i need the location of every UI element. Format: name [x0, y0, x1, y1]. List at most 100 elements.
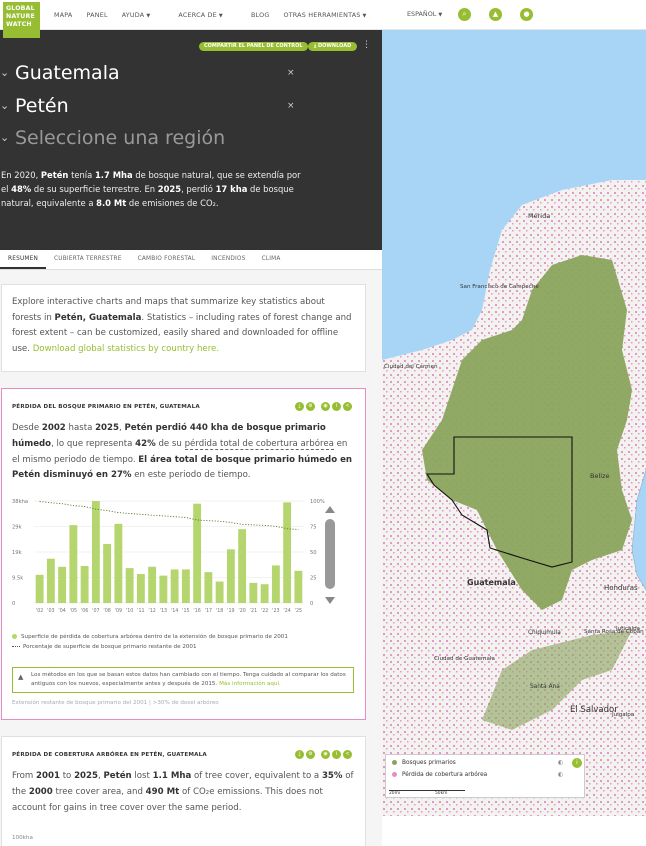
legend-swatch [392, 760, 397, 765]
scroll-down-icon [325, 597, 335, 604]
tab-resumen[interactable]: RESUMEN [0, 250, 47, 269]
chart-bar [215, 581, 224, 603]
logo-line: NATURE [6, 12, 35, 20]
chevron-down-icon: ⌄ [0, 131, 10, 144]
download-statistics-link[interactable]: Download global statistics by country he… [33, 344, 219, 354]
share-icon[interactable]: < [343, 402, 352, 411]
widget-toolbar: ⤓ ⚙ ◉ i < [293, 750, 352, 759]
chart-bar [136, 574, 145, 603]
methods-warning: ▲ Los métodos en los que se basan estos … [12, 667, 354, 693]
chart-bar [249, 582, 258, 603]
info-icon[interactable]: i [332, 750, 341, 759]
x-tick-label: '10 [126, 608, 133, 614]
user-icon[interactable]: ● [520, 8, 533, 21]
nav-ayuda[interactable]: AYUDA ▼ [122, 11, 165, 19]
legend-bar-item: Superficie de pérdida de cobertura arbór… [12, 634, 288, 640]
gfw-logo[interactable]: GLOBAL NATURE WATCH [3, 2, 40, 38]
info-icon[interactable]: i [572, 758, 582, 768]
share-icon[interactable]: < [343, 750, 352, 759]
y-right-tick-label: 25 [310, 576, 317, 582]
chart-bar [103, 543, 112, 603]
nav-blog[interactable]: BLOG [251, 11, 270, 19]
subregion-selector[interactable]: ⌄ Seleccione una región [0, 127, 300, 151]
chart-bar [125, 568, 134, 603]
y-tick-label: 29k [12, 525, 22, 531]
map-label: Mérida [528, 212, 550, 220]
more-info-link[interactable]: Más información aquí. [219, 681, 281, 687]
tree-cover-loss-widget: PÉRDIDA DE COBERTURA ARBÓREA EN PETÉN, G… [1, 736, 366, 846]
chart-bar [181, 569, 190, 603]
x-tick-label: '24 [283, 608, 290, 614]
x-tick-label: '25 [295, 608, 302, 614]
y-right-tick-label: 50 [310, 550, 317, 556]
y-right-tick-label: 100% [310, 499, 325, 505]
y-tick-label: 0 [12, 601, 15, 607]
chart-bar [170, 569, 179, 603]
x-tick-label: '12 [148, 608, 155, 614]
close-icon[interactable]: × [287, 68, 295, 78]
y-right-tick-label: 0 [310, 601, 313, 607]
tab-incendios[interactable]: INCENDIOS [203, 250, 253, 269]
widget-footnote: Extensión restante de bosque primario de… [12, 700, 219, 706]
language-selector[interactable]: ESPAÑOL ▼ [407, 10, 442, 18]
tab-clima[interactable]: CLIMA [254, 250, 289, 269]
primary-forest-loss-widget: PÉRDIDA DEL BOSQUE PRIMARIO EN PETÉN, GU… [1, 388, 366, 720]
widget-sentence: Desde 2002 hasta 2025, Petén perdió 440 … [12, 423, 353, 481]
opacity-icon[interactable]: ◐ [558, 759, 563, 766]
x-tick-label: '09 [115, 608, 122, 614]
x-tick-label: '11 [137, 608, 144, 614]
country-selector[interactable]: ⌄ Guatemala × [0, 62, 300, 86]
download-icon[interactable]: ⤓ [295, 402, 304, 411]
chevron-down-icon: ▼ [146, 13, 151, 19]
search-icon[interactable]: ⌕ [458, 8, 471, 21]
chart-bar [159, 575, 168, 603]
settings-icon[interactable]: ⚙ [306, 750, 315, 759]
settings-icon[interactable]: ⚙ [306, 402, 315, 411]
close-icon[interactable]: × [287, 101, 295, 111]
chart-bar [58, 566, 67, 603]
chart-line [39, 501, 299, 531]
map-label: Ciudad de Guatemala [434, 656, 495, 662]
x-tick-label: '08 [103, 608, 110, 614]
map-label: San Francisco de Campeche [460, 284, 539, 290]
x-tick-label: '17 [205, 608, 212, 614]
nav-ayuda-label: AYUDA [121, 11, 145, 19]
map-svg: Mérida San Francisco de Campeche Ciudad … [382, 180, 646, 816]
tab-cubierta-terrestre[interactable]: CUBIERTA TERRESTRE [46, 250, 130, 269]
region-selector[interactable]: ⌄ Petén × [0, 95, 300, 119]
x-tick-label: '03 [47, 608, 54, 614]
opacity-icon[interactable]: ◐ [558, 771, 563, 778]
info-icon[interactable]: i [332, 402, 341, 411]
warning-icon: ▲ [18, 673, 24, 681]
download-icon[interactable]: ⤓ [295, 750, 304, 759]
widget-title: PÉRDIDA DE COBERTURA ARBÓREA EN PETÉN, G… [12, 752, 207, 758]
location-summary: En 2020, Petén tenía 1.7 Mha de bosque n… [1, 170, 301, 209]
download-icon: ⤓ [314, 43, 317, 49]
nav-acerca-label: ACERCA DE [178, 11, 217, 19]
nav-otras[interactable]: OTRAS HERRAMIENTAS ▼ [283, 11, 380, 19]
widget-sentence: From 2001 to 2025, Petén lost 1.1 Mha of… [12, 771, 354, 813]
share-dashboard-button[interactable]: COMPARTIR EL PANEL DE CONTROL [199, 42, 308, 51]
map-view[interactable]: Mérida San Francisco de Campeche Ciudad … [382, 30, 646, 816]
map-icon[interactable]: ◉ [321, 750, 330, 759]
tree-cover-loss-link[interactable]: pérdida total de cobertura arbórea [184, 438, 334, 450]
tab-cambio-forestal[interactable]: CAMBIO FORESTAL [130, 250, 204, 269]
scroll-up-icon [325, 506, 335, 513]
chart-bar [148, 566, 157, 603]
nav-mapa[interactable]: MAPA [54, 11, 73, 19]
legend-tree-cover-loss: Pérdida de cobertura arbórea [392, 772, 487, 778]
nav-acerca[interactable]: ACERCA DE ▼ [178, 11, 237, 19]
nav-panel[interactable]: PANEL [87, 11, 108, 19]
map-label: Guatemala [467, 578, 516, 587]
more-options-icon[interactable]: ⋮ [362, 40, 371, 50]
map-icon[interactable]: ◉ [321, 402, 330, 411]
map-label: Juigalpa [611, 712, 634, 718]
download-button[interactable]: ⤓ DOWNLOAD [308, 42, 358, 51]
legend-line-item: Porcentaje de superficie de bosque prima… [12, 644, 288, 650]
x-tick-label: '14 [171, 608, 178, 614]
map-label: Ciudad del Carmen [384, 364, 438, 370]
scale-label: 50km [435, 790, 465, 796]
chevron-down-icon: ⌄ [0, 66, 10, 79]
map-label: Chiquimula [528, 630, 561, 636]
bell-icon[interactable]: ▲ [489, 8, 502, 21]
